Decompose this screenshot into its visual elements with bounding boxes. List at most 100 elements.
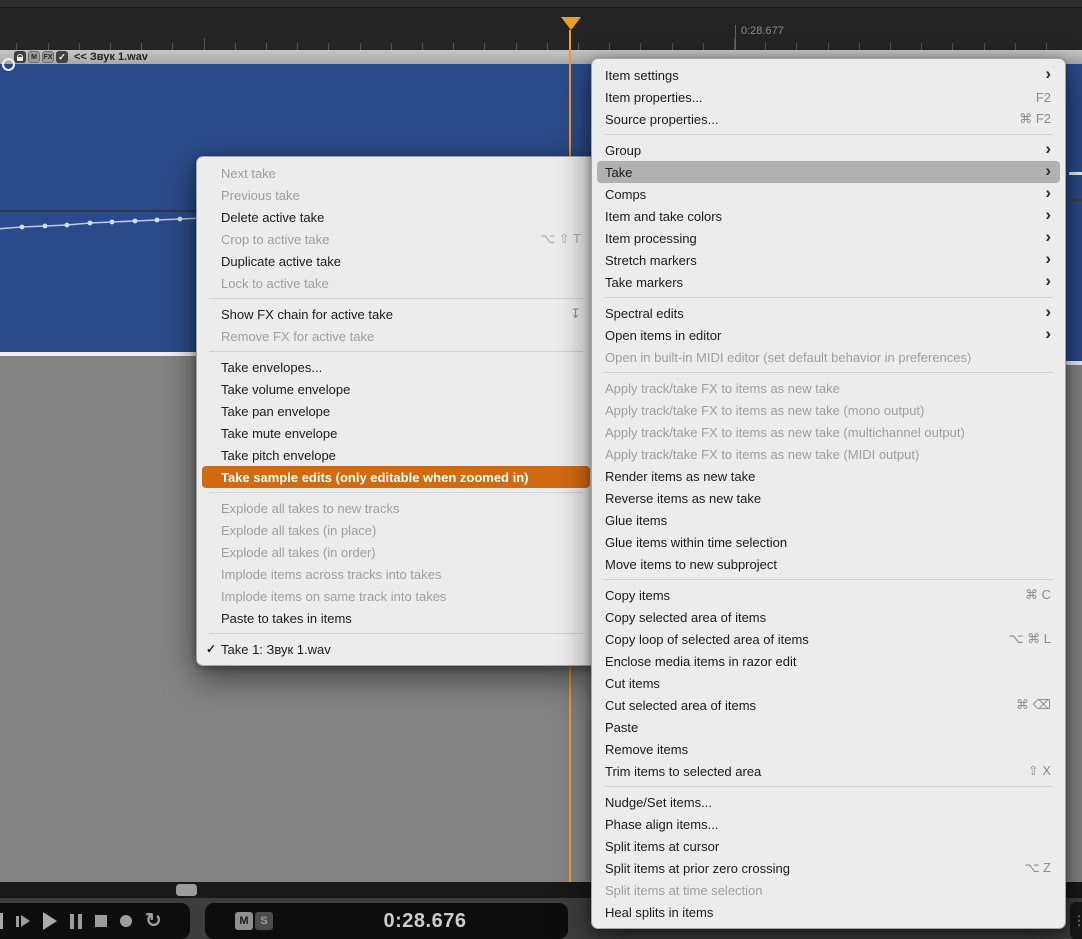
menu-item-apply-track-take-fx-to-items-as-new-take-multich[interactable]: Apply track/take FX to items as new take… <box>597 421 1060 443</box>
chevron-right-icon: › <box>1045 227 1051 246</box>
go-to-start-button[interactable] <box>0 913 3 929</box>
menu-item-label: Copy items <box>605 587 671 603</box>
menu-item-take-pan-envelope[interactable]: Take pan envelope <box>202 400 590 422</box>
item-fx-button[interactable]: FX <box>42 51 54 63</box>
menu-item-cut-items[interactable]: Cut items <box>597 672 1060 694</box>
master-solo-button[interactable]: S <box>255 912 273 930</box>
menu-item-item-properties[interactable]: Item properties... F2 <box>597 86 1060 108</box>
menu-item-next-take[interactable]: Next take <box>202 162 590 184</box>
menu-item-take-volume-envelope[interactable]: Take volume envelope <box>202 378 590 400</box>
menu-item-label: Open items in editor <box>605 327 722 343</box>
menu-item-shortcut: ⌘ C <box>1025 587 1051 602</box>
ruler-tick <box>609 43 611 50</box>
menu-item-copy-loop-of-selected-area-of-items[interactable]: Copy loop of selected area of items ⌥ ⌘ L <box>597 628 1060 650</box>
menu-item-explode-all-takes-in-order[interactable]: Explode all takes (in order) <box>202 541 590 563</box>
menu-item-label: Cut items <box>605 675 660 691</box>
menu-item-item-and-take-colors[interactable]: Item and take colors › <box>597 205 1060 227</box>
chevron-right-icon: › <box>1045 324 1051 343</box>
menu-item-glue-items[interactable]: Glue items <box>597 509 1060 531</box>
item-mute-button[interactable]: M <box>28 51 40 63</box>
menu-item-label: Take pan envelope <box>221 403 331 419</box>
menu-item-apply-track-take-fx-to-items-as-new-take-midi-ou[interactable]: Apply track/take FX to items as new take… <box>597 443 1060 465</box>
menu-item-label: Nudge/Set items... <box>605 794 712 810</box>
menu-item-remove-items[interactable]: Remove items <box>597 738 1060 760</box>
menu-item-copy-items[interactable]: Copy items ⌘ C <box>597 584 1060 606</box>
menu-item-split-items-at-time-selection[interactable]: Split items at time selection <box>597 879 1060 901</box>
menu-item-label: Item settings <box>605 67 679 83</box>
chevron-right-icon: › <box>1045 271 1051 290</box>
menu-item-cut-selected-area-of-items[interactable]: Cut selected area of items ⌘ ⌫ <box>597 694 1060 716</box>
menu-item-reverse-items-as-new-take[interactable]: Reverse items as new take <box>597 487 1060 509</box>
stop-icon <box>95 915 107 927</box>
menu-item-label: Take 1: Звук 1.wav <box>221 641 331 657</box>
menu-item-duplicate-active-take[interactable]: Duplicate active take <box>202 250 590 272</box>
menu-item-split-items-at-cursor[interactable]: Split items at cursor <box>597 835 1060 857</box>
menu-item-take-1-звук-1-wav[interactable]: ✓ Take 1: Звук 1.wav <box>202 638 590 660</box>
menu-item-show-fx-chain-for-active-take[interactable]: Show FX chain for active take ↧ <box>202 303 590 325</box>
transport-menu-button[interactable]: ⋮ <box>1070 902 1082 939</box>
envelope-node[interactable] <box>2 58 15 71</box>
menu-item-item-settings[interactable]: Item settings › <box>597 64 1060 86</box>
menu-item-enclose-media-items-in-razor-edit[interactable]: Enclose media items in razor edit <box>597 650 1060 672</box>
menu-item-heal-splits-in-items[interactable]: Heal splits in items <box>597 901 1060 923</box>
menu-item-explode-all-takes-in-place[interactable]: Explode all takes (in place) <box>202 519 590 541</box>
ruler-tick <box>858 43 860 50</box>
menu-item-move-items-to-new-subproject[interactable]: Move items to new subproject <box>597 553 1060 575</box>
item-context-menu: Item settings › Item properties... F2 Source… <box>591 58 1066 929</box>
menu-item-remove-fx-for-active-take[interactable]: Remove FX for active take <box>202 325 590 347</box>
menu-item-explode-all-takes-to-new-tracks[interactable]: Explode all takes to new tracks <box>202 497 590 519</box>
menu-item-previous-take[interactable]: Previous take <box>202 184 590 206</box>
scrollbar-thumb[interactable] <box>176 884 197 896</box>
menu-item-open-items-in-editor[interactable]: Open items in editor › <box>597 324 1060 346</box>
menu-item-implode-items-on-same-track-into-takes[interactable]: Implode items on same track into takes <box>202 585 590 607</box>
stop-button[interactable] <box>95 915 107 927</box>
menu-item-take-sample-edits-only-editable-when-zoomed-in[interactable]: Take sample edits (only editable when zo… <box>202 466 590 488</box>
menu-item-open-in-built-in-midi-editor-set-default-behavio[interactable]: Open in built-in MIDI editor (set defaul… <box>597 346 1060 368</box>
menu-item-take-envelopes[interactable]: Take envelopes... <box>202 356 590 378</box>
menu-item-render-items-as-new-take[interactable]: Render items as new take <box>597 465 1060 487</box>
menu-item-take-pitch-envelope[interactable]: Take pitch envelope <box>202 444 590 466</box>
menu-item-take-markers[interactable]: Take markers › <box>597 271 1060 293</box>
menu-item-apply-track-take-fx-to-items-as-new-take[interactable]: Apply track/take FX to items as new take <box>597 377 1060 399</box>
transport-time-display[interactable]: 0:28.676 <box>365 910 485 933</box>
record-button[interactable] <box>120 915 132 927</box>
play-button[interactable] <box>43 912 57 930</box>
menu-item-item-processing[interactable]: Item processing › <box>597 227 1060 249</box>
menu-item-take[interactable]: Take › <box>597 161 1060 183</box>
item-check-icon[interactable]: ✓ <box>56 51 68 63</box>
menu-item-paste[interactable]: Paste <box>597 716 1060 738</box>
menu-item-spectral-edits[interactable]: Spectral edits › <box>597 302 1060 324</box>
menu-item-source-properties[interactable]: Source properties... ⌘ F2 <box>597 108 1060 130</box>
menu-item-paste-to-takes-in-items[interactable]: Paste to takes in items <box>202 607 590 629</box>
timeline-ruler[interactable]: 0:28.677 <box>0 8 1082 50</box>
ruler-tick <box>1014 43 1016 50</box>
menu-item-apply-track-take-fx-to-items-as-new-take-mono-ou[interactable]: Apply track/take FX to items as new take… <box>597 399 1060 421</box>
menu-item-label: Take volume envelope <box>221 381 351 397</box>
ruler-tick <box>484 43 486 50</box>
master-mute-button[interactable]: M <box>235 912 253 930</box>
menu-item-crop-to-active-take[interactable]: Crop to active take ⌥ ⇧ T <box>202 228 590 250</box>
menu-item-comps[interactable]: Comps › <box>597 183 1060 205</box>
menu-item-trim-items-to-selected-area[interactable]: Trim items to selected area ⇧ X <box>597 760 1060 782</box>
repeat-icon[interactable]: ↻ <box>145 911 162 931</box>
menu-item-nudge-set-items[interactable]: Nudge/Set items... <box>597 791 1060 813</box>
pause-button[interactable] <box>70 913 82 929</box>
menu-item-label: Apply track/take FX to items as new take… <box>605 424 965 440</box>
menu-item-take-mute-envelope[interactable]: Take mute envelope <box>202 422 590 444</box>
menu-item-split-items-at-prior-zero-crossing[interactable]: Split items at prior zero crossing ⌥ Z <box>597 857 1060 879</box>
menu-item-phase-align-items[interactable]: Phase align items... <box>597 813 1060 835</box>
menu-item-label: Heal splits in items <box>605 904 714 920</box>
menu-item-glue-items-within-time-selection[interactable]: Glue items within time selection <box>597 531 1060 553</box>
menu-item-stretch-markers[interactable]: Stretch markers › <box>597 249 1060 271</box>
menu-item-label: Explode all takes (in order) <box>221 544 376 560</box>
menu-item-copy-selected-area-of-items[interactable]: Copy selected area of items <box>597 606 1060 628</box>
menu-item-lock-to-active-take[interactable]: Lock to active take <box>202 272 590 294</box>
ruler-tick <box>515 43 517 50</box>
menu-item-implode-items-across-tracks-into-takes[interactable]: Implode items across tracks into takes <box>202 563 590 585</box>
playhead-marker[interactable] <box>561 17 581 30</box>
menu-item-delete-active-take[interactable]: Delete active take <box>202 206 590 228</box>
menu-item-group[interactable]: Group › <box>597 139 1060 161</box>
item-lock-icon[interactable] <box>14 51 26 63</box>
go-to-end-icon[interactable] <box>16 915 30 927</box>
menu-item-label: Item properties... <box>605 89 703 105</box>
